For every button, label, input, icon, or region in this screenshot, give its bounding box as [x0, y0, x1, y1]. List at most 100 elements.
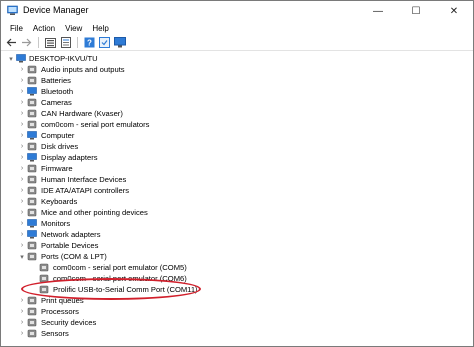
- root-label: DESKTOP-IKVU/TU: [29, 53, 98, 63]
- chevron-right-icon[interactable]: ›: [18, 307, 26, 316]
- processor-icon: [27, 307, 37, 316]
- tree-category-item[interactable]: › Audio inputs and outputs: [1, 64, 473, 75]
- camera-icon: [27, 98, 37, 107]
- chevron-right-icon[interactable]: ›: [18, 87, 26, 96]
- ide-controller-icon: [27, 186, 37, 195]
- menu-bar: File Action View Help: [1, 21, 473, 35]
- window-title: Device Manager: [23, 5, 89, 15]
- category-label: IDE ATA/ATAPI controllers: [41, 185, 130, 195]
- tree-category-item[interactable]: › Cameras: [1, 97, 473, 108]
- port-icon: [39, 263, 49, 272]
- category-label: Mice and other pointing devices: [41, 207, 148, 217]
- toolbar-separator: [38, 37, 39, 48]
- category-label: Firmware: [41, 163, 73, 173]
- category-label: Cameras: [41, 97, 72, 107]
- chevron-right-icon[interactable]: ›: [18, 120, 26, 129]
- chevron-right-icon[interactable]: ›: [18, 109, 26, 118]
- properties-icon[interactable]: [59, 37, 72, 49]
- category-label: Monitors: [41, 218, 71, 228]
- display-adapter-icon: [27, 153, 37, 162]
- minimize-button[interactable]: —: [359, 1, 397, 21]
- category-label: Sensors: [41, 328, 69, 338]
- maximize-button[interactable]: ☐: [397, 1, 435, 21]
- tree-category-item[interactable]: › Bluetooth: [1, 86, 473, 97]
- chevron-down-icon[interactable]: ▾: [7, 54, 15, 63]
- disk-drive-icon: [27, 142, 37, 151]
- chevron-right-icon[interactable]: ›: [18, 230, 26, 239]
- category-label: Security devices: [41, 317, 97, 327]
- tree-category-item[interactable]: › IDE ATA/ATAPI controllers: [1, 185, 473, 196]
- chevron-right-icon[interactable]: ›: [18, 219, 26, 228]
- port-icon: [27, 252, 37, 261]
- com0com-icon: [27, 120, 37, 129]
- device-manager-icon: [7, 5, 18, 15]
- tree-category-item[interactable]: › Mice and other pointing devices: [1, 207, 473, 218]
- tree-category-item[interactable]: › Human Interface Devices: [1, 174, 473, 185]
- print-queue-icon: [27, 296, 37, 305]
- tree-category-item[interactable]: › Processors: [1, 306, 473, 317]
- chevron-right-icon[interactable]: ›: [18, 186, 26, 195]
- category-label: Network adapters: [41, 229, 101, 239]
- chevron-right-icon[interactable]: ›: [18, 197, 26, 206]
- category-label: Display adapters: [41, 152, 98, 162]
- tree-category-item[interactable]: › Keyboards: [1, 196, 473, 207]
- chevron-right-icon[interactable]: ›: [18, 329, 26, 338]
- tree-category-item[interactable]: › Disk drives: [1, 141, 473, 152]
- tree-category-item[interactable]: › Sensors: [1, 328, 473, 339]
- battery-icon: [27, 76, 37, 85]
- category-label: CAN Hardware (Kvaser): [41, 108, 123, 118]
- chevron-right-icon[interactable]: ›: [18, 296, 26, 305]
- menu-file[interactable]: File: [5, 24, 28, 33]
- sensor-icon: [27, 329, 37, 338]
- tree-root[interactable]: ▾ DESKTOP-IKVU/TU: [1, 53, 473, 64]
- back-icon[interactable]: [5, 37, 18, 49]
- forward-icon[interactable]: [20, 37, 33, 49]
- tree-category-item[interactable]: › Batteries: [1, 75, 473, 86]
- category-label: com0com - serial port emulators: [41, 119, 150, 129]
- svg-text:?: ?: [87, 39, 92, 48]
- menu-action[interactable]: Action: [28, 24, 60, 33]
- chevron-right-icon[interactable]: ›: [18, 208, 26, 217]
- tree-category-item[interactable]: › com0com - serial port emulators: [1, 119, 473, 130]
- help-icon[interactable]: ?: [83, 37, 96, 49]
- close-button[interactable]: ✕: [435, 1, 473, 21]
- chevron-right-icon[interactable]: ›: [18, 142, 26, 151]
- update-driver-icon[interactable]: [98, 37, 111, 49]
- chevron-right-icon[interactable]: ›: [18, 76, 26, 85]
- security-device-icon: [27, 318, 37, 327]
- chevron-right-icon[interactable]: ›: [18, 164, 26, 173]
- category-label: Keyboards: [41, 196, 78, 206]
- chevron-right-icon[interactable]: ›: [18, 318, 26, 327]
- tree-category-item[interactable]: › Portable Devices: [1, 240, 473, 251]
- category-label: Portable Devices: [41, 240, 99, 250]
- chevron-down-icon[interactable]: ▾: [18, 252, 26, 261]
- chevron-right-icon[interactable]: ›: [18, 175, 26, 184]
- chevron-right-icon[interactable]: ›: [18, 241, 26, 250]
- menu-view[interactable]: View: [60, 24, 87, 33]
- mouse-icon: [27, 208, 37, 217]
- category-label: Disk drives: [41, 141, 79, 151]
- tree-category-item[interactable]: › Security devices: [1, 317, 473, 328]
- menu-help[interactable]: Help: [87, 24, 113, 33]
- tree-category-item[interactable]: › Monitors: [1, 218, 473, 229]
- toolbar: ?: [1, 35, 473, 51]
- title-bar: Device Manager — ☐ ✕: [1, 1, 473, 21]
- monitor-icon[interactable]: [113, 37, 126, 49]
- tree-category-item[interactable]: › Network adapters: [1, 229, 473, 240]
- chevron-right-icon[interactable]: ›: [18, 131, 26, 140]
- tree-category-item[interactable]: › Display adapters: [1, 152, 473, 163]
- chevron-right-icon[interactable]: ›: [18, 65, 26, 74]
- tree-category-item[interactable]: › Firmware: [1, 163, 473, 174]
- network-adapter-icon: [27, 230, 37, 239]
- speaker-icon: [27, 65, 37, 74]
- tree-category-item[interactable]: › Computer: [1, 130, 473, 141]
- category-ports[interactable]: ▾ Ports (COM & LPT): [1, 251, 473, 262]
- hid-icon: [27, 175, 37, 184]
- tree-category-item[interactable]: › CAN Hardware (Kvaser): [1, 108, 473, 119]
- device-view-icon[interactable]: [44, 37, 57, 49]
- portable-device-icon: [27, 241, 37, 250]
- port-com5[interactable]: com0com - serial port emulator (COM5): [1, 262, 473, 273]
- category-label: Batteries: [41, 75, 71, 85]
- chevron-right-icon[interactable]: ›: [18, 153, 26, 162]
- chevron-right-icon[interactable]: ›: [18, 98, 26, 107]
